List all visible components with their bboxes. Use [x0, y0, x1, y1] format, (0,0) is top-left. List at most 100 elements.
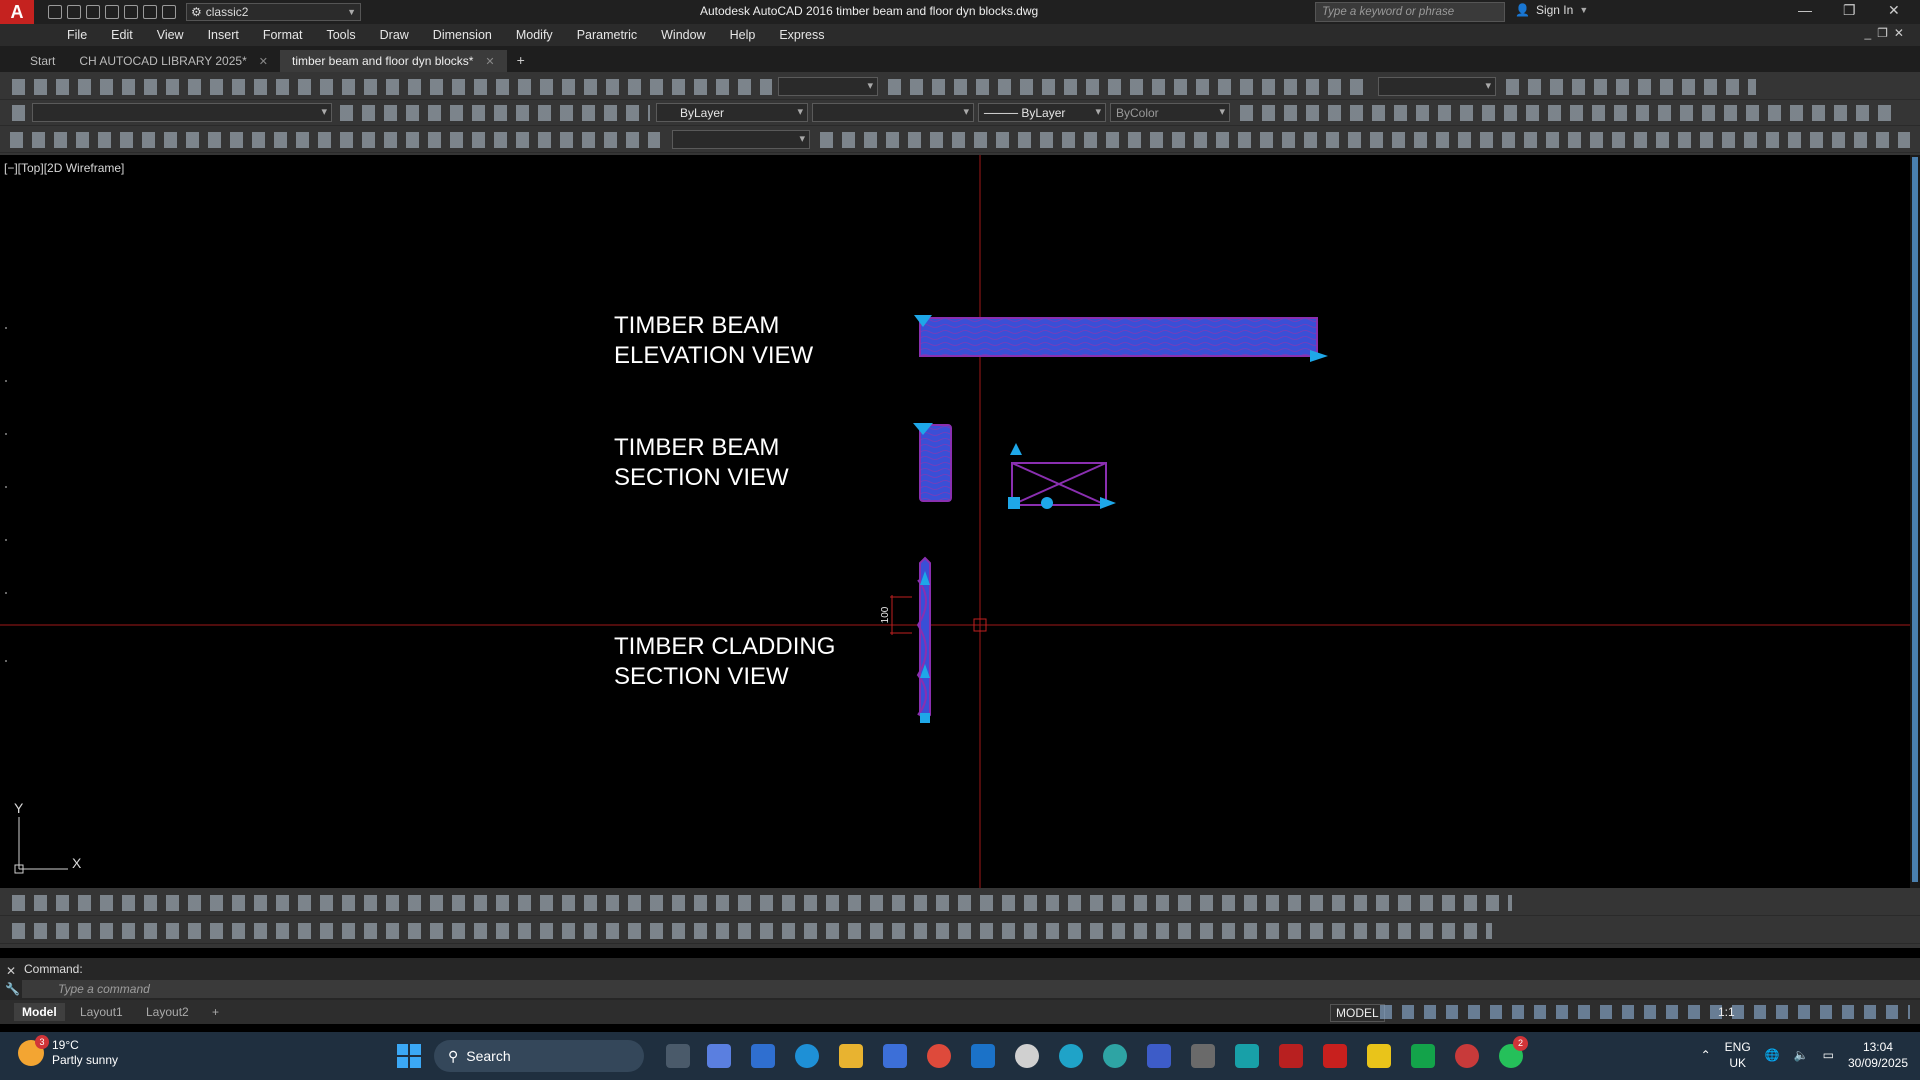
tab-library[interactable]: CH AUTOCAD LIBRARY 2025* ✕	[67, 50, 280, 72]
text-style-combo[interactable]	[1378, 77, 1496, 96]
workspace-select[interactable]: ⚙ classic2 ▼	[186, 3, 361, 21]
visual-style-icons[interactable]	[820, 132, 1910, 148]
menu-express[interactable]: Express	[767, 28, 836, 42]
volume-mute-icon[interactable]: 🔈	[1794, 1048, 1809, 1062]
layer-tool-icons[interactable]	[340, 105, 650, 121]
drawing-geometry[interactable]: 100 Y X	[0, 155, 1910, 888]
ccleaner-icon[interactable]	[1059, 1044, 1083, 1068]
misc-tool-icons[interactable]	[1506, 79, 1756, 95]
annotation-tool-icons[interactable]	[1240, 105, 1900, 121]
linetype-combo[interactable]: ──── ByLayer	[978, 103, 1106, 122]
drawing-canvas[interactable]: [−][Top][2D Wireframe] TIMBER BEAM ELEVA…	[0, 155, 1910, 888]
dimension-100[interactable]: 100	[880, 595, 912, 635]
edge-icon[interactable]	[795, 1044, 819, 1068]
remote-app-icon[interactable]	[1147, 1044, 1171, 1068]
color-combo[interactable]	[812, 103, 974, 122]
standard-tool-icons[interactable]	[12, 79, 772, 95]
new-tab-icon[interactable]: +	[507, 52, 535, 72]
tab-start[interactable]: Start	[18, 50, 67, 72]
menu-modify[interactable]: Modify	[504, 28, 565, 42]
grip-square-icon[interactable]	[1008, 497, 1020, 509]
tab-model[interactable]: Model	[14, 1003, 65, 1021]
menu-file[interactable]: File	[55, 28, 99, 42]
command-input[interactable]: Type a command	[22, 980, 1920, 998]
joist-symbol-block[interactable]	[1008, 443, 1116, 509]
chrome-icon[interactable]	[927, 1044, 951, 1068]
media-icon[interactable]	[1015, 1044, 1039, 1068]
menu-dimension[interactable]: Dimension	[421, 28, 504, 42]
new-icon[interactable]	[48, 5, 62, 19]
scrollbar-thumb[interactable]	[1912, 157, 1918, 882]
status-toggle-icons[interactable]	[1380, 1005, 1910, 1019]
draw-modify-icons[interactable]	[12, 895, 1512, 911]
plotstyle-combo[interactable]: ByColor	[1110, 103, 1230, 122]
menu-draw[interactable]: Draw	[368, 28, 421, 42]
layer-combo[interactable]	[32, 103, 332, 122]
calendar-icon[interactable]	[883, 1044, 907, 1068]
menu-format[interactable]: Format	[251, 28, 315, 42]
wrench-icon[interactable]: 🔧	[5, 982, 20, 996]
save-as-icon[interactable]	[105, 5, 119, 19]
solid-editing-icons[interactable]	[12, 923, 1492, 939]
windows-start-icon[interactable]	[397, 1044, 421, 1068]
close-icon[interactable]: ✕	[1888, 2, 1900, 19]
save-icon[interactable]	[86, 5, 100, 19]
undo-icon[interactable]	[143, 5, 157, 19]
sketch-app-icon[interactable]	[1235, 1044, 1259, 1068]
file-explorer-icon[interactable]	[839, 1044, 863, 1068]
menu-edit[interactable]: Edit	[99, 28, 145, 42]
weather-widget[interactable]: 3 19°C Partly sunny	[18, 1035, 118, 1068]
autocad-taskbar-icon[interactable]	[1323, 1044, 1347, 1068]
clock[interactable]: 13:04 30/09/2025	[1848, 1039, 1908, 1071]
view-tool-icons[interactable]	[10, 132, 660, 148]
battery-icon[interactable]: ▭	[1823, 1048, 1834, 1062]
chevron-up-icon[interactable]: ⌃	[1701, 1048, 1711, 1062]
tool-app-icon[interactable]	[1191, 1044, 1215, 1068]
store-icon[interactable]	[751, 1044, 775, 1068]
menu-insert[interactable]: Insert	[196, 28, 251, 42]
document-window-controls[interactable]: _❐✕	[1865, 26, 1911, 40]
grip-arrow-icon[interactable]	[1010, 443, 1022, 455]
paint-app-icon[interactable]	[1455, 1044, 1479, 1068]
menu-tools[interactable]: Tools	[314, 28, 367, 42]
redo-icon[interactable]	[162, 5, 176, 19]
annotation-scale[interactable]: 1:1	[1710, 1003, 1743, 1021]
dimension-tool-icons[interactable]	[888, 79, 1368, 95]
copilot-icon[interactable]	[707, 1044, 731, 1068]
grip-circle-icon[interactable]	[1041, 497, 1053, 509]
open-icon[interactable]	[67, 5, 81, 19]
view-combo[interactable]	[778, 77, 878, 96]
taskbar-search[interactable]: ⚲ Search	[434, 1040, 644, 1072]
model-space-button[interactable]: MODEL	[1330, 1004, 1385, 1022]
cladding-section-block[interactable]	[916, 556, 931, 723]
sign-in-button[interactable]: 👤 Sign In ▼	[1515, 3, 1588, 17]
outlook-icon[interactable]	[971, 1044, 995, 1068]
car-app-icon[interactable]	[1279, 1044, 1303, 1068]
network-icon[interactable]: 🌐	[1765, 1048, 1780, 1062]
close-icon[interactable]: ✕	[259, 55, 268, 68]
grip-arrow-icon[interactable]	[1310, 350, 1328, 362]
layer-bylayer-combo[interactable]: ByLayer	[656, 103, 808, 122]
menu-window[interactable]: Window	[649, 28, 717, 42]
add-layout-icon[interactable]: +	[204, 1003, 227, 1021]
minimize-icon[interactable]: —	[1798, 2, 1812, 18]
beam-section-block[interactable]	[913, 423, 952, 502]
menu-help[interactable]: Help	[718, 28, 768, 42]
sticky-notes-icon[interactable]	[1367, 1044, 1391, 1068]
grip-square-icon[interactable]	[920, 713, 930, 723]
language-indicator[interactable]: ENG UK	[1725, 1039, 1751, 1071]
whatsapp-icon[interactable]: 2	[1499, 1036, 1528, 1068]
beam-elevation-block[interactable]	[914, 315, 1328, 362]
close-icon[interactable]: ✕	[6, 964, 16, 978]
grip-arrow-icon[interactable]	[1100, 497, 1116, 509]
restore-icon[interactable]: ❐	[1843, 2, 1856, 19]
network-app-icon[interactable]	[1103, 1044, 1127, 1068]
autocad-logo-icon[interactable]: A	[0, 0, 34, 24]
print-icon[interactable]	[124, 5, 138, 19]
named-view-combo[interactable]	[672, 130, 810, 149]
sheets-app-icon[interactable]	[1411, 1044, 1435, 1068]
task-view-icon[interactable]	[666, 1044, 690, 1068]
menu-parametric[interactable]: Parametric	[565, 28, 649, 42]
vertical-scrollbar[interactable]	[1910, 155, 1920, 888]
tab-layout2[interactable]: Layout2	[138, 1003, 197, 1021]
